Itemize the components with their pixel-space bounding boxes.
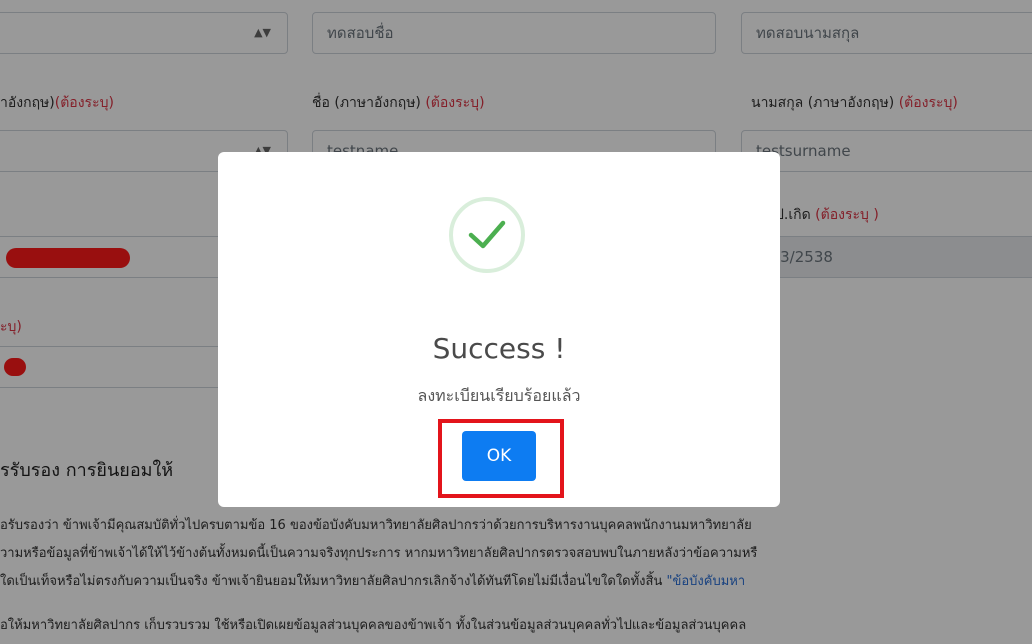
ok-button[interactable]: OK <box>462 431 536 481</box>
dialog-message: ลงทะเบียนเรียบร้อยแล้ว <box>417 386 581 405</box>
dialog-title: Success ! <box>432 332 566 365</box>
checkmark-icon <box>468 220 506 249</box>
success-dialog: Success ! ลงทะเบียนเรียบร้อยแล้ว OK <box>218 152 780 507</box>
success-circle <box>449 197 525 273</box>
